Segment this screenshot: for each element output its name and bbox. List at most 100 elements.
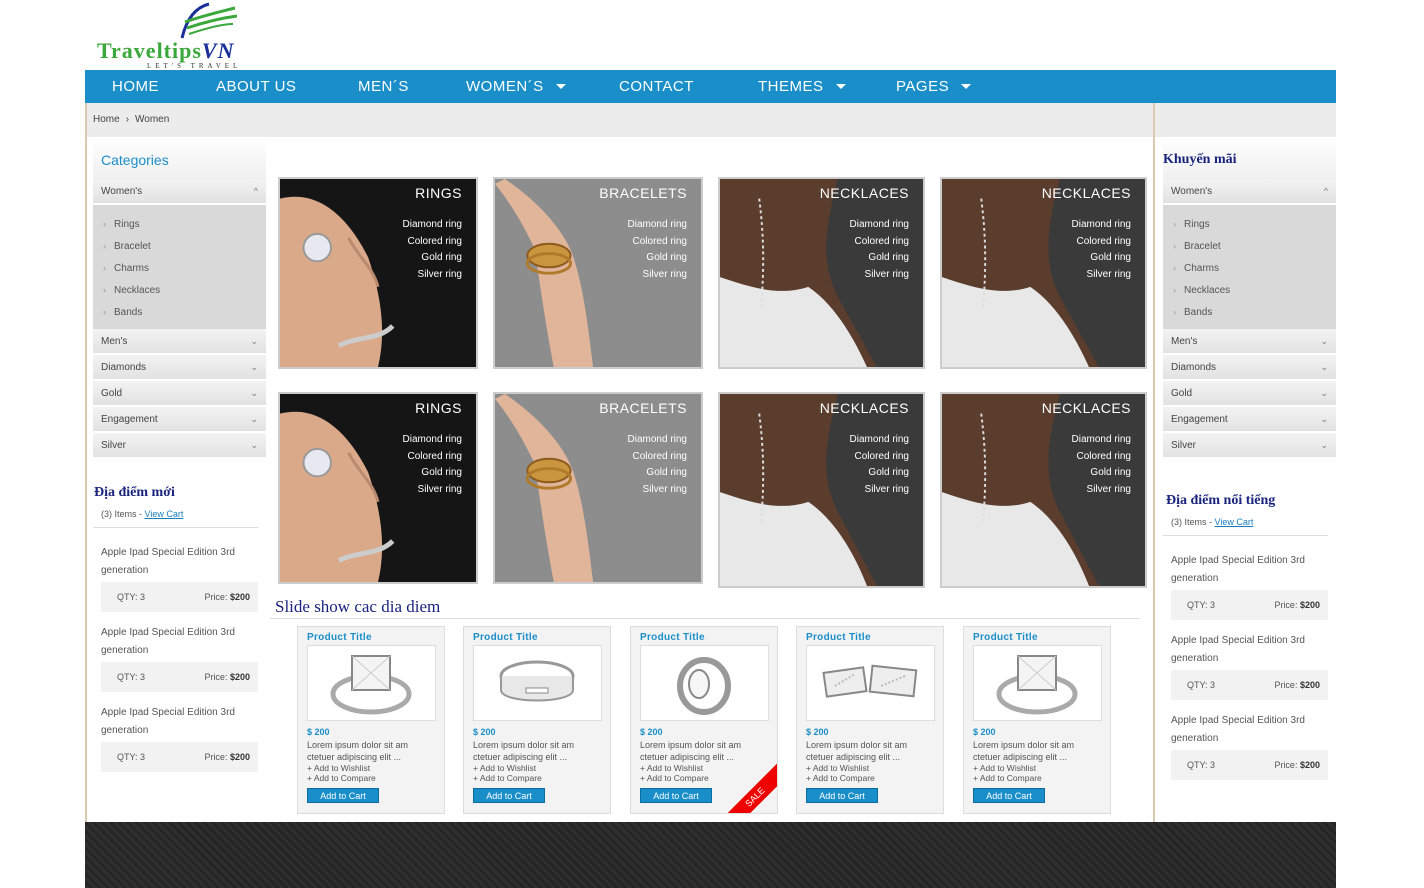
chevron-right-icon: ›	[103, 307, 106, 317]
add-to-cart-button[interactable]: Add to Cart	[473, 788, 545, 803]
section-title-famous-places: Địa điểm nổi tiếng	[1166, 493, 1276, 508]
tile-necklaces[interactable]: NECKLACES Diamond ring Colored ring Gold r…	[718, 177, 925, 369]
subitem-necklaces[interactable]: › Necklaces	[93, 279, 266, 301]
product-price: $ 200	[973, 727, 996, 737]
tile-bracelets[interactable]: BRACELETS Diamond ring Colored ring Gold r…	[493, 392, 703, 584]
categories-title: Categories	[101, 152, 169, 168]
add-to-wishlist-link[interactable]: + Add to Wishlist	[473, 763, 536, 773]
add-to-compare-link[interactable]: + Add to Compare	[806, 773, 875, 783]
product-card[interactable]: Product Title $ 200 Lorem ipsum dolor si…	[963, 626, 1111, 814]
category-gold[interactable]: Gold ⌄	[93, 381, 266, 407]
category-submenu: › Rings › Bracelet › Charms › Necklaces › Ban…	[93, 205, 266, 329]
category-mens[interactable]: Men's ⌄	[1163, 329, 1336, 355]
cart-item-name[interactable]: Apple Ipad Special Edition 3rd generatio…	[1163, 706, 1336, 750]
subitem-bands[interactable]: › Bands	[93, 301, 266, 323]
chevron-right-icon: ›	[1173, 285, 1176, 295]
product-card[interactable]: Product Title $ 200 Lorem ipsum dolor si…	[297, 626, 445, 814]
category-silver[interactable]: Silver ⌄	[93, 433, 266, 459]
cart-item-name[interactable]: Apple Ipad Special Edition 3rd generatio…	[93, 538, 266, 582]
subitem-bracelet[interactable]: › Bracelet	[1163, 235, 1336, 257]
product-title[interactable]: Product Title	[973, 632, 1038, 643]
add-to-compare-link[interactable]: + Add to Compare	[307, 773, 376, 783]
product-title[interactable]: Product Title	[307, 632, 372, 643]
nav-womens[interactable]: WOMEN´S	[466, 70, 566, 103]
tile-necklaces[interactable]: NECKLACES Diamond ring Colored ring Gold r…	[940, 177, 1147, 369]
add-to-cart-button[interactable]: Add to Cart	[973, 788, 1045, 803]
cufflinks-image-icon	[822, 664, 918, 698]
tile-necklaces[interactable]: NECKLACES Diamond ring Colored ring Gold r…	[718, 392, 925, 588]
cart-item-name[interactable]: Apple Ipad Special Edition 3rd generatio…	[93, 618, 266, 662]
nav-themes[interactable]: THEMES	[758, 70, 846, 103]
nav-mens[interactable]: MEN´S	[358, 70, 409, 103]
category-diamonds[interactable]: Diamonds ⌄	[1163, 355, 1336, 381]
add-to-cart-button[interactable]: Add to Cart	[806, 788, 878, 803]
nav-pages[interactable]: PAGES	[896, 70, 972, 103]
add-to-wishlist-link[interactable]: + Add to Wishlist	[973, 763, 1036, 773]
product-title[interactable]: Product Title	[640, 632, 705, 643]
breadcrumb-home[interactable]: Home	[93, 114, 120, 125]
subitem-necklaces[interactable]: › Necklaces	[1163, 279, 1336, 301]
tile-title: RINGS	[415, 400, 462, 416]
category-womens[interactable]: Women's ^	[93, 179, 266, 205]
subitem-bands[interactable]: › Bands	[1163, 301, 1336, 323]
chevron-up-icon: ^	[253, 186, 258, 196]
add-to-compare-link[interactable]: + Add to Compare	[973, 773, 1042, 783]
view-cart-link[interactable]: View Cart	[145, 509, 184, 519]
cart-item-name[interactable]: Apple Ipad Special Edition 3rd generatio…	[1163, 546, 1336, 590]
nav-home[interactable]: HOME	[112, 70, 159, 103]
chevron-right-icon: ›	[103, 285, 106, 295]
subitem-rings[interactable]: › Rings	[1163, 213, 1336, 235]
tile-list: Diamond ring Colored ring Gold ring Silver …	[402, 434, 462, 495]
product-image[interactable]	[973, 645, 1102, 721]
product-card[interactable]: Product Title $ 200 Lorem ipsum dolor si…	[796, 626, 944, 814]
chevron-right-icon: ›	[103, 241, 106, 251]
category-gold[interactable]: Gold ⌄	[1163, 381, 1336, 407]
product-card[interactable]: Product Title $ 200 Lorem ipsum dolor si…	[630, 626, 778, 814]
caret-down-icon	[961, 84, 972, 89]
product-title[interactable]: Product Title	[806, 632, 871, 643]
category-mens[interactable]: Men's ⌄	[93, 329, 266, 355]
subitem-charms[interactable]: › Charms	[1163, 257, 1336, 279]
add-to-compare-link[interactable]: + Add to Compare	[473, 773, 542, 783]
chevron-down-icon: ⌄	[1320, 335, 1328, 346]
category-womens[interactable]: Women's ^	[1163, 179, 1336, 205]
product-image[interactable]	[806, 645, 935, 721]
product-title[interactable]: Product Title	[473, 632, 538, 643]
nav-contact[interactable]: CONTACT	[619, 70, 694, 103]
subitem-bracelet[interactable]: › Bracelet	[93, 235, 266, 257]
nav-about-us[interactable]: ABOUT US	[216, 70, 296, 103]
product-image[interactable]	[640, 645, 769, 721]
add-to-cart-button[interactable]: Add to Cart	[307, 788, 379, 803]
tile-rings[interactable]: RINGS Diamond ring Colored ring Gold ring S…	[278, 392, 478, 584]
product-price: $ 200	[307, 727, 330, 737]
add-to-wishlist-link[interactable]: + Add to Wishlist	[307, 763, 370, 773]
cart-item-name[interactable]: Apple Ipad Special Edition 3rd generatio…	[93, 698, 266, 742]
product-card[interactable]: Product Title $ 200 Lorem ipsum dolor si…	[463, 626, 611, 814]
cart-item-qty: QTY: 3 Price: $200	[101, 662, 258, 692]
breadcrumb-bar: Home › Women	[85, 103, 1336, 137]
chevron-right-icon: ›	[1173, 219, 1176, 229]
view-cart-link[interactable]: View Cart	[1215, 517, 1254, 527]
cart-item-name[interactable]: Apple Ipad Special Edition 3rd generatio…	[1163, 626, 1336, 670]
product-image[interactable]	[473, 645, 602, 721]
tile-bracelets[interactable]: BRACELETS Diamond ring Colored ring Gold r…	[493, 177, 703, 369]
tile-rings[interactable]: RINGS Diamond ring Colored ring Gold ring S…	[278, 177, 478, 369]
site-logo[interactable]: TraveltipsVN LET'S TRAVEL	[97, 2, 297, 70]
category-silver[interactable]: Silver ⌄	[1163, 433, 1336, 459]
tile-necklaces[interactable]: NECKLACES Diamond ring Colored ring Gold r…	[940, 392, 1147, 588]
chevron-down-icon: ⌄	[1320, 361, 1328, 372]
product-image[interactable]	[307, 645, 436, 721]
chevron-right-icon: ›	[125, 114, 130, 125]
subitem-charms[interactable]: › Charms	[93, 257, 266, 279]
category-engagement[interactable]: Engagement ⌄	[93, 407, 266, 433]
product-price: $ 200	[640, 727, 663, 737]
add-to-compare-link[interactable]: + Add to Compare	[640, 773, 709, 783]
add-to-wishlist-link[interactable]: + Add to Wishlist	[640, 763, 703, 773]
subitem-rings[interactable]: › Rings	[93, 213, 266, 235]
category-diamonds[interactable]: Diamonds ⌄	[93, 355, 266, 381]
category-engagement[interactable]: Engagement ⌄	[1163, 407, 1336, 433]
left-divider	[85, 103, 87, 823]
add-to-cart-button[interactable]: Add to Cart	[640, 788, 712, 803]
chevron-down-icon: ⌄	[250, 361, 258, 372]
add-to-wishlist-link[interactable]: + Add to Wishlist	[806, 763, 869, 773]
